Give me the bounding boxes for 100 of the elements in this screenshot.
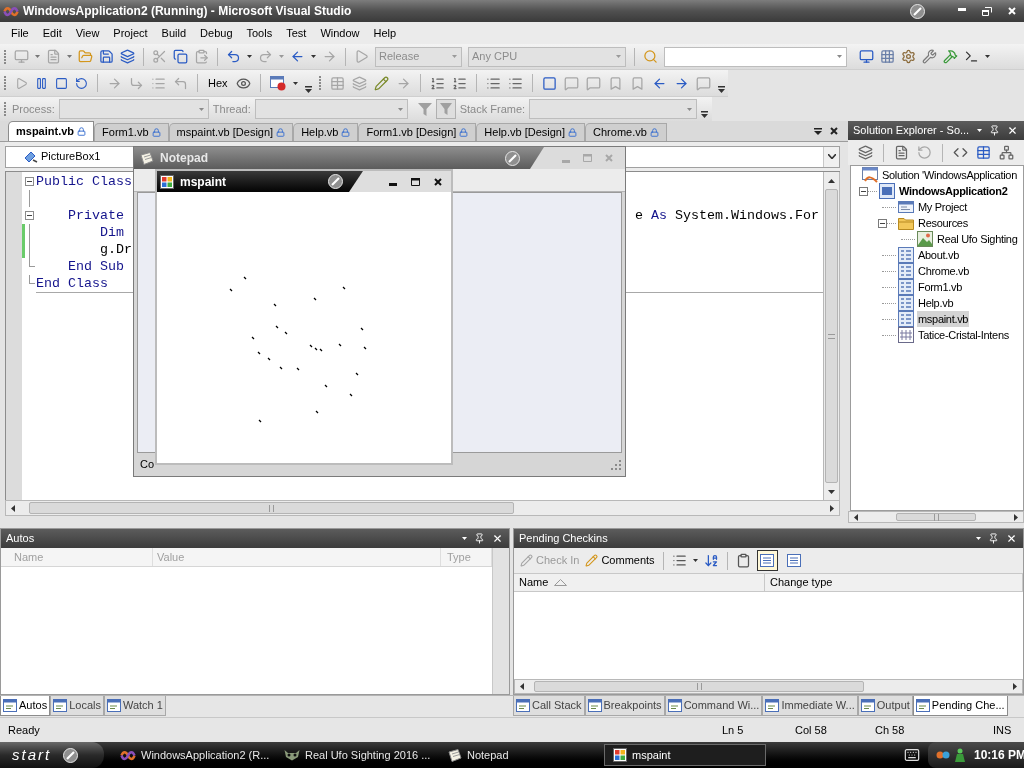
hierarchy-icon[interactable] <box>999 145 1014 160</box>
maximize-icon[interactable] <box>411 177 420 186</box>
tool-window-tab[interactable]: Autos <box>0 696 51 716</box>
caret-icon[interactable] <box>977 129 982 132</box>
scroll-right-icon[interactable] <box>1013 683 1017 690</box>
toolbar-overflow-icon[interactable] <box>304 86 312 93</box>
document-tab[interactable]: Chrome.vb <box>585 123 667 141</box>
scrollbar-thumb[interactable] <box>534 681 864 692</box>
tree-item-label[interactable]: mspaint.vb <box>917 310 970 328</box>
scroll-left-icon[interactable] <box>11 504 15 512</box>
hammer-icon[interactable] <box>943 49 958 64</box>
two-circles-icon[interactable] <box>936 749 950 761</box>
scrollbar-thumb[interactable] <box>29 502 514 514</box>
clipboard-arrow-icon[interactable] <box>194 49 209 64</box>
vertical-scrollbar[interactable] <box>823 172 840 500</box>
circular-arrow-icon[interactable] <box>75 76 88 90</box>
keyboard-icon[interactable] <box>904 747 920 763</box>
tree-item-label[interactable]: My Project <box>917 198 968 216</box>
column-header[interactable]: Change type <box>765 574 1023 591</box>
tool-window-tab[interactable]: Command Wi... <box>664 696 763 716</box>
tool-window-tab[interactable]: Watch 1 <box>103 696 166 716</box>
tool-window-tab[interactable]: Call Stack <box>513 696 585 716</box>
table-icon[interactable] <box>976 145 991 160</box>
horizontal-scrollbar[interactable] <box>848 511 1024 523</box>
menu-item[interactable]: Tools <box>239 23 280 43</box>
restore-icon[interactable] <box>982 6 992 16</box>
pin-icon[interactable] <box>989 125 1000 136</box>
pin-icon[interactable] <box>474 533 485 544</box>
menu-item[interactable]: Build <box>154 23 194 43</box>
code-brackets-icon[interactable] <box>953 145 968 160</box>
close-icon[interactable] <box>492 533 503 544</box>
list-icon[interactable] <box>485 75 501 91</box>
caret-icon[interactable] <box>985 55 990 58</box>
document-tab[interactable]: mspaint.vb <box>8 121 95 141</box>
tree-item-label[interactable]: Chrome.vb <box>917 262 971 280</box>
document-tab[interactable]: Help.vb [Design] <box>476 123 586 141</box>
document-icon[interactable] <box>894 145 909 160</box>
tree-item-label[interactable]: Tatice-Cristal-Intens <box>917 326 1010 344</box>
tree-item-label[interactable]: Solution 'WindowsApplication <box>881 166 1018 184</box>
view-toggle[interactable] <box>756 550 778 571</box>
hex-button[interactable]: Hex <box>207 74 229 92</box>
copy-icon[interactable] <box>173 49 188 64</box>
tool-window-tab[interactable]: Output <box>857 696 913 716</box>
close-icon[interactable] <box>1007 125 1018 136</box>
toolbar-overflow-icon[interactable] <box>701 111 709 118</box>
caret-icon[interactable] <box>462 537 467 540</box>
circle-slash-icon[interactable] <box>328 174 343 189</box>
menu-item[interactable]: Help <box>366 23 404 43</box>
menu-item[interactable]: Edit <box>35 23 69 43</box>
caret-icon[interactable] <box>311 55 316 58</box>
caret-icon[interactable] <box>692 559 698 562</box>
pin-icon[interactable] <box>988 533 999 544</box>
collapse-box-icon[interactable] <box>25 211 34 220</box>
collapse-box-icon[interactable] <box>859 186 868 196</box>
menu-item[interactable]: Window <box>313 23 367 43</box>
gear-icon[interactable] <box>901 49 916 64</box>
caret-icon[interactable] <box>292 81 298 85</box>
grid-icon[interactable] <box>880 49 895 64</box>
scroll-right-icon[interactable] <box>1014 513 1018 521</box>
toolbar-overflow-icon[interactable] <box>717 86 725 93</box>
right-arrow-icon[interactable] <box>673 75 689 91</box>
menu-item[interactable]: File <box>4 23 36 43</box>
code-editor[interactable]: PictureBox1 Public Class Private e As System.Windows.For Dim g.Dr End Sub End Class Notepad Co mspaint <box>5 142 840 516</box>
stop-icon[interactable] <box>55 76 68 90</box>
start-button[interactable]: start <box>0 742 104 768</box>
person-icon[interactable] <box>954 748 966 762</box>
wrench-icon[interactable] <box>922 49 937 64</box>
document-tab[interactable]: mspaint.vb [Design] <box>168 123 294 141</box>
circle-slash-icon[interactable] <box>63 747 79 763</box>
close-icon[interactable] <box>1006 533 1017 544</box>
numbered-list-icon[interactable] <box>429 75 445 91</box>
document-tab[interactable]: Help.vb <box>293 123 359 141</box>
menu-item[interactable]: Test <box>279 23 314 43</box>
document-tab[interactable]: Form1.vb <box>94 123 169 141</box>
horizontal-scrollbar[interactable] <box>5 500 840 516</box>
tool-window-tab[interactable]: Immediate W... <box>762 696 858 716</box>
column-header[interactable]: Name <box>514 574 765 591</box>
save-icon[interactable] <box>99 49 114 64</box>
pause-icon[interactable] <box>35 76 48 90</box>
list-icon[interactable] <box>507 75 523 91</box>
undo-icon[interactable] <box>226 49 241 64</box>
terminal-icon[interactable] <box>964 49 979 64</box>
tab-list-icon[interactable] <box>814 127 822 135</box>
taskbar-button[interactable]: mspaint <box>604 744 766 766</box>
menu-item[interactable]: View <box>68 23 107 43</box>
pencil-icon[interactable] <box>373 75 389 91</box>
scroll-down-icon[interactable] <box>828 489 835 494</box>
eye-icon[interactable] <box>235 75 251 91</box>
numbered-list-icon[interactable] <box>451 75 467 91</box>
menu-item[interactable]: Project <box>106 23 155 43</box>
taskbar-button[interactable]: Notepad <box>440 744 602 766</box>
tool-window-tab[interactable]: Pending Che... <box>912 696 1008 716</box>
scroll-right-icon[interactable] <box>830 504 834 512</box>
collapse-box-icon[interactable] <box>25 177 34 186</box>
layers-icon[interactable] <box>120 49 135 64</box>
scrollbar-thumb[interactable] <box>896 513 976 521</box>
tool-window-tab[interactable]: Breakpoints <box>584 696 665 716</box>
scroll-left-icon[interactable] <box>854 513 858 521</box>
document-tab[interactable]: Form1.vb [Design] <box>358 123 477 141</box>
caret-icon[interactable] <box>976 537 981 540</box>
